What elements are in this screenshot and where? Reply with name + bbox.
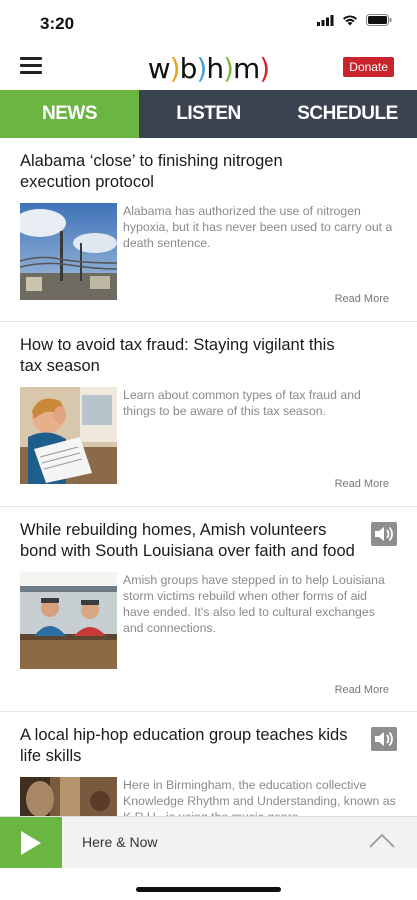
story-summary: Amish groups have stepped in to help Lou… <box>123 573 385 635</box>
story-summary: Learn about common types of tax fraud an… <box>123 388 361 418</box>
story-summary: Here in Birmingham, the education collec… <box>123 778 396 816</box>
story-card[interactable]: A local hip-hop education group teaches … <box>0 712 417 816</box>
story-body: Amish groups have stepped in to help Lou… <box>20 572 397 669</box>
story-thumbnail[interactable] <box>20 387 117 484</box>
hip-hop-group-image <box>20 777 117 816</box>
story-title[interactable]: Alabama ‘close’ to finishing nitrogen ex… <box>20 151 397 193</box>
now-playing-title: Here & Now <box>82 834 158 850</box>
story-thumbnail[interactable] <box>20 572 117 669</box>
read-more-link[interactable]: Read More <box>335 684 389 696</box>
read-more-link[interactable]: Read More <box>335 478 389 490</box>
speaker-icon[interactable] <box>371 522 397 546</box>
woman-with-bills-image <box>20 387 117 484</box>
read-more-link[interactable]: Read More <box>335 293 389 305</box>
story-thumbnail[interactable] <box>20 777 117 816</box>
story-body: Learn about common types of tax fraud an… <box>20 387 397 484</box>
audio-player-bar[interactable]: Here & Now <box>0 816 417 869</box>
wifi-icon <box>343 15 357 26</box>
tab-schedule[interactable]: SCHEDULE <box>278 90 417 138</box>
chevron-up-icon[interactable] <box>369 833 395 849</box>
app-header: w)b)h)m) Donate <box>0 48 417 90</box>
story-card[interactable]: How to avoid tax fraud: Staying vigilant… <box>0 322 417 507</box>
prison-fence-image <box>20 203 117 300</box>
signal-icon <box>317 14 334 26</box>
story-title[interactable]: A local hip-hop education group teaches … <box>20 725 397 767</box>
play-button[interactable] <box>0 817 62 869</box>
story-body: Alabama has authorized the use of nitrog… <box>20 203 397 300</box>
status-time: 3:20 <box>40 14 75 33</box>
status-bar: 3:20 <box>0 0 417 48</box>
story-card[interactable]: While rebuilding homes, Amish volunteers… <box>0 507 417 712</box>
story-card[interactable]: Alabama ‘close’ to finishing nitrogen ex… <box>0 138 417 322</box>
story-title[interactable]: How to avoid tax fraud: Staying vigilant… <box>20 335 397 377</box>
speaker-icon[interactable] <box>371 727 397 751</box>
story-body: Here in Birmingham, the education collec… <box>20 777 397 816</box>
tab-listen[interactable]: LISTEN <box>139 90 278 138</box>
donate-button[interactable]: Donate <box>343 57 394 77</box>
tab-news[interactable]: NEWS <box>0 90 139 138</box>
battery-icon <box>366 14 392 26</box>
story-title[interactable]: While rebuilding homes, Amish volunteers… <box>20 520 397 562</box>
story-thumbnail[interactable] <box>20 203 117 300</box>
home-indicator-area <box>0 868 417 900</box>
status-icons <box>317 14 393 26</box>
tab-bar: NEWS LISTEN SCHEDULE <box>0 90 417 138</box>
story-summary: Alabama has authorized the use of nitrog… <box>123 204 393 250</box>
amish-volunteers-image <box>20 572 117 669</box>
play-icon <box>21 831 41 855</box>
news-feed[interactable]: Alabama ‘close’ to finishing nitrogen ex… <box>0 138 417 816</box>
home-indicator[interactable] <box>136 887 281 892</box>
